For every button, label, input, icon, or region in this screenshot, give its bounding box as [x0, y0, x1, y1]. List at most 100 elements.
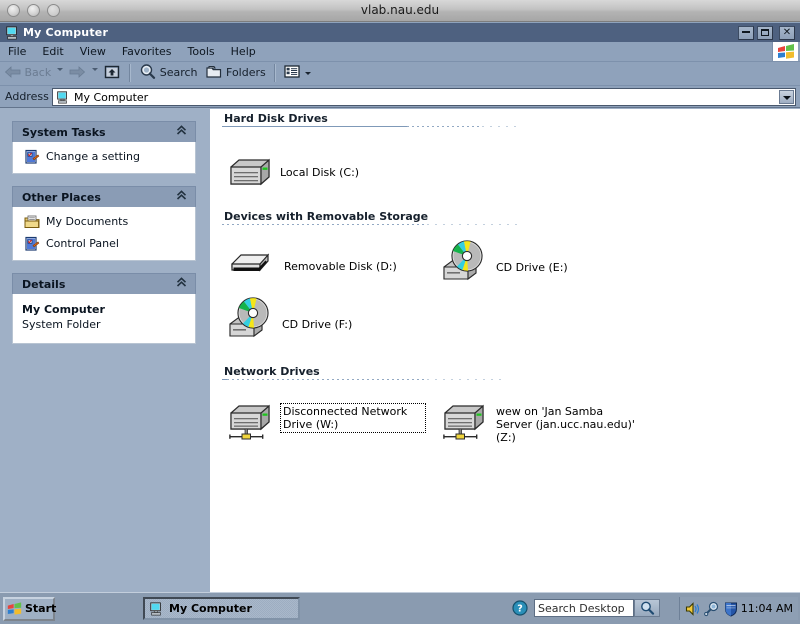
group-title: Network Drives [224, 365, 320, 378]
forward-dropdown-icon[interactable] [92, 67, 99, 71]
collapse-chevron-icon[interactable] [176, 125, 187, 139]
sidebar-item-change-a-setting[interactable]: Change a setting [22, 149, 189, 165]
explorer-maximize-button[interactable] [757, 26, 773, 40]
address-value: My Computer [74, 91, 149, 104]
explorer-sidebar: System Tasks Change a setting Other Plac… [0, 109, 210, 592]
panel-system-tasks-title: System Tasks [22, 126, 106, 139]
taskbar-item-my-computer[interactable]: My Computer [143, 597, 300, 620]
details-object-type: System Folder [22, 318, 101, 331]
my-documents-icon [24, 214, 40, 230]
host-window-titlebar[interactable]: vlab.nau.edu [0, 0, 800, 22]
toolbar-separator [129, 64, 132, 82]
network-drive-icon [442, 403, 490, 448]
search-input[interactable]: Search Desktop [534, 599, 634, 617]
folders-button[interactable]: Folders [202, 62, 270, 84]
hard-disk-icon [228, 156, 272, 191]
explorer-titlebar[interactable]: My Computer ✕ [0, 22, 800, 42]
collapse-chevron-icon[interactable] [176, 277, 187, 291]
views-dropdown-icon[interactable] [305, 71, 312, 75]
drive-label: Local Disk (C:) [280, 166, 360, 179]
desktop-search-area: ? Search Desktop [512, 597, 672, 620]
sidebar-item-label: My Documents [46, 215, 129, 228]
windows-flag-icon [7, 602, 22, 616]
help-question-icon[interactable]: ? [512, 600, 528, 616]
start-button-label: Start [25, 602, 57, 615]
search-button[interactable]: Search [135, 62, 201, 84]
explorer-minimize-button[interactable] [738, 26, 754, 40]
host-window-title: vlab.nau.edu [360, 3, 440, 17]
group-removable-storage: Devices with Removable Storage [222, 210, 522, 226]
address-input[interactable]: My Computer [52, 88, 796, 106]
back-label: Back [24, 66, 52, 79]
group-separator [222, 224, 522, 226]
panel-other-places-header[interactable]: Other Places [12, 186, 196, 207]
drive-label: CD Drive (F:) [282, 318, 353, 331]
panel-details: Details My Computer System Folder [12, 273, 196, 344]
group-hard-disk-drives: Hard Disk Drives [222, 112, 522, 128]
panel-other-places: Other Places My Documents Control Panel [12, 186, 196, 261]
control-panel-icon [24, 236, 40, 252]
my-computer-icon [149, 602, 163, 616]
sidebar-item-my-documents[interactable]: My Documents [22, 214, 189, 230]
drive-label: CD Drive (E:) [496, 261, 568, 274]
volume-speaker-icon[interactable] [685, 601, 701, 617]
views-button[interactable] [280, 62, 318, 84]
group-title: Devices with Removable Storage [224, 210, 429, 223]
windows-flag-icon[interactable] [772, 42, 798, 61]
cd-drive-icon [442, 239, 490, 286]
search-magnifier-icon[interactable] [704, 601, 720, 617]
start-button[interactable]: Start [3, 597, 57, 621]
forward-button[interactable] [65, 62, 90, 84]
group-separator [222, 126, 522, 128]
removable-disk-icon [228, 250, 272, 283]
back-button[interactable]: Back [0, 62, 55, 84]
group-title: Hard Disk Drives [224, 112, 328, 125]
panel-details-header[interactable]: Details [12, 273, 196, 294]
address-bar: Address My Computer [0, 86, 800, 108]
sidebar-item-label: Change a setting [46, 150, 140, 163]
drive-label: wew on 'Jan Samba Server (jan.ucc.nau.ed… [496, 405, 635, 444]
toolbar-separator-2 [273, 64, 276, 82]
collapse-chevron-icon[interactable] [176, 190, 187, 204]
sidebar-item-control-panel[interactable]: Control Panel [22, 236, 189, 252]
up-button[interactable] [100, 62, 125, 84]
panel-other-places-body: My Documents Control Panel [12, 207, 196, 261]
menu-edit[interactable]: Edit [34, 42, 71, 59]
taskbar: Start My Computer ? Search Desktop 11:04… [0, 592, 800, 624]
group-separator [222, 379, 522, 381]
svg-text:?: ? [517, 604, 523, 615]
menu-favorites[interactable]: Favorites [114, 42, 180, 59]
cd-drive-icon [228, 296, 276, 343]
panel-system-tasks: System Tasks Change a setting [12, 121, 196, 174]
panel-system-tasks-body: Change a setting [12, 142, 196, 174]
menu-view[interactable]: View [72, 42, 114, 59]
menu-tools[interactable]: Tools [180, 42, 223, 59]
menu-help[interactable]: Help [223, 42, 264, 59]
chevron-down-icon[interactable] [779, 90, 794, 104]
explorer-window: My Computer ✕ File Edit View Favorites Tools… [0, 22, 800, 592]
explorer-window-title: My Computer [23, 26, 109, 39]
drive-label: Disconnected Network Drive (W:) [280, 403, 426, 433]
clock-time[interactable]: 11:04 AM [741, 601, 793, 616]
security-shield-icon[interactable] [723, 601, 739, 617]
search-magnifier-icon[interactable] [634, 599, 660, 617]
explorer-close-button[interactable]: ✕ [779, 26, 795, 40]
panel-details-body: My Computer System Folder [12, 294, 196, 344]
system-tray: 11:04 AM [679, 597, 798, 620]
screen-root: vlab.nau.edu My Computer ✕ File Edit Vie… [0, 0, 800, 624]
folders-button-label: Folders [226, 66, 266, 79]
menu-file[interactable]: File [0, 42, 34, 59]
explorer-toolbar: Back Search Folders [0, 62, 800, 86]
my-computer-icon [5, 26, 19, 40]
panel-other-places-title: Other Places [22, 191, 101, 204]
back-dropdown-icon[interactable] [57, 67, 64, 71]
details-object-name: My Computer [22, 303, 105, 316]
explorer-body: System Tasks Change a setting Other Plac… [0, 109, 800, 592]
group-network-drives: Network Drives [222, 365, 522, 381]
menu-bar: File Edit View Favorites Tools Help [0, 42, 800, 62]
drive-label: Removable Disk (D:) [284, 260, 397, 273]
explorer-content: Hard Disk Drives Local Disk (C:) Devices… [210, 109, 800, 592]
taskbar-item-label: My Computer [169, 602, 252, 615]
panel-system-tasks-header[interactable]: System Tasks [12, 121, 196, 142]
search-button-label: Search [159, 66, 198, 79]
